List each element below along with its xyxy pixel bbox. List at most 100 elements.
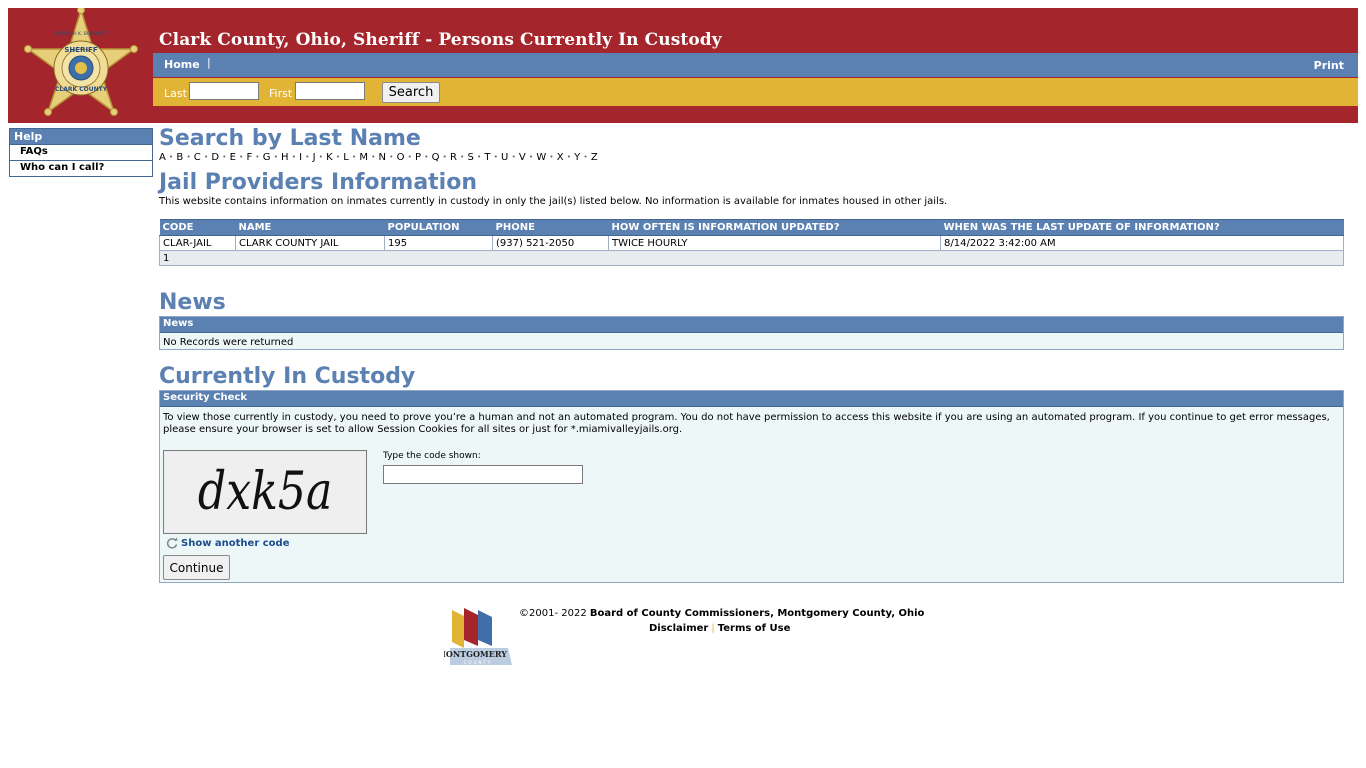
column-header: POPULATION xyxy=(384,219,493,236)
sheriff-badge-logo: SHERIFF DEBORAH K. BURCHETT CLARK COUNTY xyxy=(24,8,138,116)
letter-separator: • xyxy=(305,153,310,161)
letter-link-k[interactable]: K xyxy=(326,152,333,163)
news-panel: News No Records were returned xyxy=(159,316,1344,350)
search-by-last-name-heading: Search by Last Name xyxy=(159,126,421,151)
first-name-label: First xyxy=(269,87,293,100)
letter-link-t[interactable]: T xyxy=(484,152,490,163)
letter-separator: • xyxy=(335,153,341,161)
letter-link-x[interactable]: X xyxy=(557,152,564,163)
name-search-bar: Last First Search xyxy=(153,78,1358,106)
letter-link-b[interactable]: B xyxy=(176,152,183,163)
footer-links: Disclaimer | Terms of Use xyxy=(649,623,790,634)
terms-of-use-link[interactable]: Terms of Use xyxy=(718,623,791,634)
letter-separator: • xyxy=(528,153,534,161)
badge-top-text: DEBORAH K. BURCHETT xyxy=(54,31,108,37)
show-another-code-link[interactable]: Show another code xyxy=(166,537,289,549)
letter-separator: • xyxy=(255,153,260,161)
nav-bar: Home | Print xyxy=(153,53,1358,77)
site-title: Clark County, Ohio, Sheriff - Persons Cu… xyxy=(159,30,722,50)
letter-separator: • xyxy=(460,153,465,161)
letter-separator: • xyxy=(352,153,357,161)
provider-name-cell: CLARK COUNTY JAIL xyxy=(235,235,385,251)
captcha-code-input[interactable] xyxy=(383,465,583,484)
column-header: NAME xyxy=(235,219,385,236)
letter-link-q[interactable]: Q xyxy=(432,152,440,163)
column-header: HOW OFTEN IS INFORMATION UPDATED? xyxy=(608,219,941,236)
footer-logo-subtext: COUNTY xyxy=(464,660,493,665)
nav-separator: | xyxy=(207,56,211,69)
column-header: WHEN WAS THE LAST UPDATE OF INFORMATION? xyxy=(940,219,1344,236)
letter-link-w[interactable]: W xyxy=(536,152,546,163)
providers-table: CODE NAME POPULATION PHONE HOW OFTEN IS … xyxy=(159,219,1344,266)
letter-link-s[interactable]: S xyxy=(467,152,474,163)
news-heading: News xyxy=(159,290,226,315)
alphabet-index: A • B • C • D • E • F • G • H • I • J • K • L • M • N • O • P • Q • R • S • T •… xyxy=(159,152,1344,163)
letter-separator: • xyxy=(169,153,174,161)
copyright-years: ©2001- 2022 xyxy=(519,608,587,619)
letter-separator: • xyxy=(583,153,588,161)
letter-link-d[interactable]: D xyxy=(211,152,219,163)
letter-separator: • xyxy=(273,153,279,161)
letter-link-f[interactable]: F xyxy=(246,152,252,163)
pager-page-1[interactable]: 1 xyxy=(159,250,1344,266)
letter-link-g[interactable]: G xyxy=(263,152,271,163)
letter-separator: • xyxy=(477,153,482,161)
main-content: Search by Last Name A • B • C • D • E • F • G • H • I • J •… xyxy=(159,126,1344,583)
letter-link-z[interactable]: Z xyxy=(591,152,598,163)
security-check-panel: Security Check To view those currently i… xyxy=(159,390,1344,583)
letter-separator: • xyxy=(203,153,209,161)
provider-frequency-cell: TWICE HOURLY xyxy=(608,235,941,251)
badge-bottom-text: CLARK COUNTY xyxy=(55,86,108,93)
letter-link-r[interactable]: R xyxy=(450,152,457,163)
letter-separator: • xyxy=(442,153,447,161)
providers-description: This website contains information on inm… xyxy=(159,196,948,207)
table-row: CLAR-JAIL CLARK COUNTY JAIL 195 (937) 52… xyxy=(159,235,1344,251)
sidebar-heading: Help xyxy=(10,129,152,144)
captcha-area: To view those currently in custody, you … xyxy=(160,407,1343,582)
site-header: SHERIFF DEBORAH K. BURCHETT CLARK COUNTY… xyxy=(8,8,1358,123)
last-name-input[interactable] xyxy=(189,82,259,100)
copyright-org: Board of County Commissioners, Montgomer… xyxy=(589,608,925,619)
provider-code-cell: CLAR-JAIL xyxy=(159,235,236,251)
letter-link-c[interactable]: C xyxy=(194,152,201,163)
letter-link-l[interactable]: L xyxy=(343,152,349,163)
letter-link-o[interactable]: O xyxy=(397,152,405,163)
letter-link-n[interactable]: N xyxy=(379,152,387,163)
search-button[interactable]: Search xyxy=(382,82,440,103)
disclaimer-link[interactable]: Disclaimer xyxy=(649,623,708,634)
letter-link-v[interactable]: V xyxy=(519,152,526,163)
footer-copyright: ©2001- 2022 Board of County Commissioner… xyxy=(519,608,924,619)
nav-home-link[interactable]: Home xyxy=(164,58,200,71)
custody-heading: Currently In Custody xyxy=(159,364,416,389)
nav-print-link[interactable]: Print xyxy=(1314,59,1344,72)
letter-link-e[interactable]: E xyxy=(230,152,237,163)
letter-separator: • xyxy=(566,153,572,161)
letter-separator: • xyxy=(511,153,516,161)
letter-link-y[interactable]: Y xyxy=(574,152,580,163)
footer-logo-text: MONTGOMERY xyxy=(444,649,507,659)
letter-link-m[interactable]: M xyxy=(359,152,368,163)
letter-link-h[interactable]: H xyxy=(281,152,289,163)
letter-separator: • xyxy=(222,153,227,161)
column-header: PHONE xyxy=(492,219,609,236)
letter-link-i[interactable]: I xyxy=(299,152,302,163)
continue-button[interactable]: Continue xyxy=(163,555,230,580)
sidebar-item-faqs[interactable]: FAQs xyxy=(10,144,152,160)
footer-separator: | xyxy=(711,623,715,634)
last-name-label: Last xyxy=(164,87,187,100)
help-sidebar: Help FAQs Who can I call? xyxy=(9,128,153,177)
letter-link-a[interactable]: A xyxy=(159,152,166,163)
letter-separator: • xyxy=(239,153,244,161)
letter-link-p[interactable]: P xyxy=(415,152,421,163)
letter-link-u[interactable]: U xyxy=(501,152,509,163)
providers-heading: Jail Providers Information xyxy=(159,170,478,195)
badge-sheriff-text: SHERIFF xyxy=(64,46,97,54)
letter-separator: • xyxy=(291,153,297,161)
captcha-code-text: dxk5a xyxy=(198,462,332,522)
letter-separator: • xyxy=(389,153,394,161)
first-name-input[interactable] xyxy=(295,82,365,100)
letter-link-j[interactable]: J xyxy=(313,152,316,163)
sidebar-item-who-can-i-call[interactable]: Who can I call? xyxy=(10,160,152,176)
column-header: CODE xyxy=(159,219,236,236)
security-check-message: To view those currently in custody, you … xyxy=(163,412,1330,435)
